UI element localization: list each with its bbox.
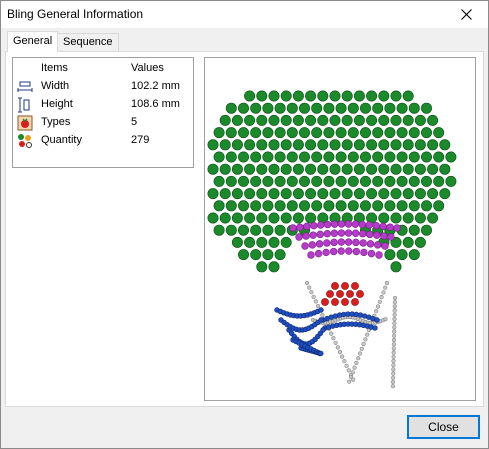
info-list: Items Values Width 102.2 mm Height 108.6… (12, 57, 194, 168)
tab-general[interactable]: General (7, 31, 59, 52)
list-item[interactable]: Types 5 (13, 114, 193, 132)
item-label: Width (41, 80, 70, 92)
item-value: 102.2 mm (131, 80, 180, 92)
bling-design-image (207, 90, 457, 389)
list-item[interactable]: Width 102.2 mm (13, 78, 193, 96)
list-item[interactable]: Quantity 279 (13, 132, 193, 150)
window-title: Bling General Information (7, 7, 144, 21)
item-value: 5 (131, 116, 138, 128)
list-item[interactable]: Height 108.6 mm (13, 96, 193, 114)
title-bar: Bling General Information (1, 1, 488, 28)
width-icon (17, 79, 33, 95)
dialog-window: Bling General Information General Sequen… (0, 0, 489, 449)
height-icon (17, 97, 33, 113)
info-header-row: Items Values (13, 60, 193, 78)
items-header: Items (41, 62, 68, 74)
types-icon (17, 115, 33, 131)
close-button[interactable]: Close (407, 415, 480, 439)
general-panel: Items Values Width 102.2 mm Height 108.6… (5, 51, 484, 407)
design-preview (204, 57, 476, 401)
tab-sequence[interactable]: Sequence (57, 33, 119, 51)
item-value: 279 (131, 134, 150, 146)
close-icon[interactable] (444, 1, 488, 28)
item-value: 108.6 mm (131, 98, 180, 110)
item-label: Height (41, 98, 73, 110)
item-label: Types (41, 116, 71, 128)
item-label: Quantity (41, 134, 82, 146)
values-header: Values (131, 62, 164, 74)
quantity-icon (17, 133, 33, 149)
